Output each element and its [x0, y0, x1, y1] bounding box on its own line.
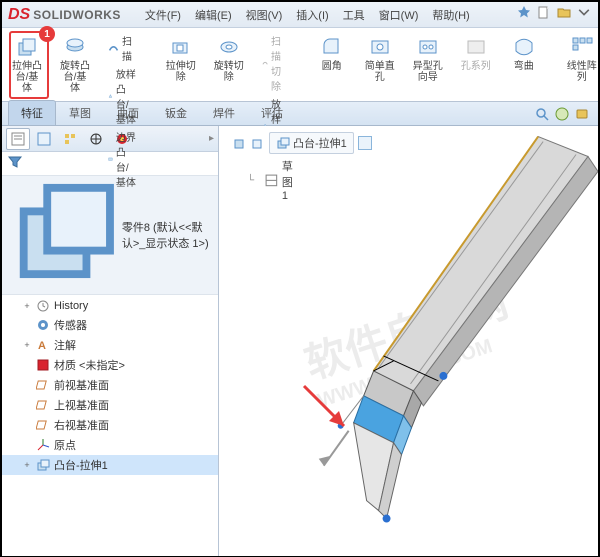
tree-history[interactable]: +History	[2, 297, 218, 315]
extrude-cut-button[interactable]: 拉伸切除	[163, 32, 199, 86]
tree-extrude1[interactable]: +凸台-拉伸1	[2, 455, 218, 475]
tab-features[interactable]: 特征	[8, 100, 56, 125]
loft-boss-button[interactable]: 放样凸台/基体	[105, 65, 141, 127]
ribbon: 拉伸凸台/基体 旋转凸台/基体 扫描 放样凸台/基体 边界凸台/基体 拉伸切除 …	[2, 28, 598, 102]
tree-sensors[interactable]: 传感器	[2, 315, 218, 335]
command-tabs: 特征 草图 曲面 钣金 焊件 评估	[2, 102, 598, 126]
viewport[interactable]: 凸台-拉伸1 └ 草图1 软件自学网 WWW.RJZXW.COM	[219, 126, 598, 556]
feature-manager: ▸ 零件8 (默认<<默认>_显示状态 1>) +History 传感器 +A注…	[2, 126, 219, 556]
annotation-badge: 1	[39, 26, 55, 42]
open-icon[interactable]	[556, 5, 572, 24]
search-icon[interactable]	[534, 106, 550, 125]
menu-help[interactable]: 帮助(H)	[426, 4, 475, 26]
tree-annotations[interactable]: +A注解	[2, 335, 218, 355]
tree-right-plane[interactable]: 右视基准面	[2, 415, 218, 435]
sidebar-tab-tree[interactable]	[6, 128, 30, 150]
svg-text:A: A	[38, 340, 46, 352]
tree-material[interactable]: 材质 <未指定>	[2, 355, 218, 375]
tree-origin[interactable]: 原点	[2, 435, 218, 455]
tab-weldment[interactable]: 焊件	[200, 100, 248, 125]
tab-sheetmetal[interactable]: 钣金	[152, 100, 200, 125]
filter-icon[interactable]	[6, 153, 24, 174]
hole-simple-button[interactable]: 简单直孔	[362, 32, 398, 86]
new-doc-icon[interactable]	[536, 5, 552, 24]
sweep-cut-button[interactable]: 扫描切除	[259, 32, 292, 94]
revolve-cut-button[interactable]: 旋转切除	[211, 32, 247, 86]
title-bar: DS SOLIDWORKS 文件(F) 编辑(E) 视图(V) 插入(I) 工具…	[2, 2, 598, 28]
feature-tree: +History 传感器 +A注解 材质 <未指定> 前视基准面 上视基准面 右…	[2, 295, 218, 556]
tree-top-plane[interactable]: 上视基准面	[2, 395, 218, 415]
sweep-button[interactable]: 扫描	[105, 32, 141, 64]
star-icon[interactable]	[516, 5, 532, 24]
app-logo: DS SOLIDWORKS	[8, 6, 121, 24]
menu-bar: 文件(F) 编辑(E) 视图(V) 插入(I) 工具 窗口(W) 帮助(H)	[139, 4, 476, 26]
menu-view[interactable]: 视图(V)	[240, 4, 289, 26]
boundary-boss-button[interactable]: 边界凸台/基体	[105, 128, 141, 190]
sidebar-collapse-icon[interactable]: ▸	[209, 133, 214, 144]
display-icon[interactable]	[574, 106, 590, 125]
work-area: ▸ 零件8 (默认<<默认>_显示状态 1>) +History 传感器 +A注…	[2, 126, 598, 556]
menu-edit[interactable]: 编辑(E)	[189, 4, 238, 26]
model-canvas	[219, 126, 598, 556]
logo-prefix: DS	[8, 6, 30, 24]
menu-insert[interactable]: 插入(I)	[290, 4, 334, 26]
hole-wizard-button[interactable]: 异型孔向导	[410, 32, 446, 86]
menu-window[interactable]: 窗口(W)	[373, 4, 425, 26]
wrap-button[interactable]: 弯曲	[506, 32, 542, 75]
app-name: SOLIDWORKS	[33, 8, 121, 22]
tab-sketch[interactable]: 草图	[56, 100, 104, 125]
revolve-boss-button[interactable]: 旋转凸台/基体	[57, 32, 93, 97]
dropdown-icon[interactable]	[576, 5, 592, 24]
tree-front-plane[interactable]: 前视基准面	[2, 375, 218, 395]
tree-root[interactable]: 零件8 (默认<<默认>_显示状态 1>)	[2, 176, 218, 295]
hole-series-button[interactable]: 孔系列	[458, 32, 494, 75]
extrude-boss-button[interactable]: 拉伸凸台/基体	[9, 32, 45, 97]
appearance-icon[interactable]	[554, 106, 570, 125]
sidebar-tab-config[interactable]	[58, 128, 82, 150]
linear-pattern-button[interactable]: 线性阵列	[564, 32, 600, 86]
sidebar-tab-property[interactable]	[32, 128, 56, 150]
menu-file[interactable]: 文件(F)	[139, 4, 187, 26]
menu-tools[interactable]: 工具	[337, 4, 371, 26]
quick-toolbar	[516, 5, 592, 24]
fillet-button[interactable]: 圆角	[314, 32, 350, 75]
